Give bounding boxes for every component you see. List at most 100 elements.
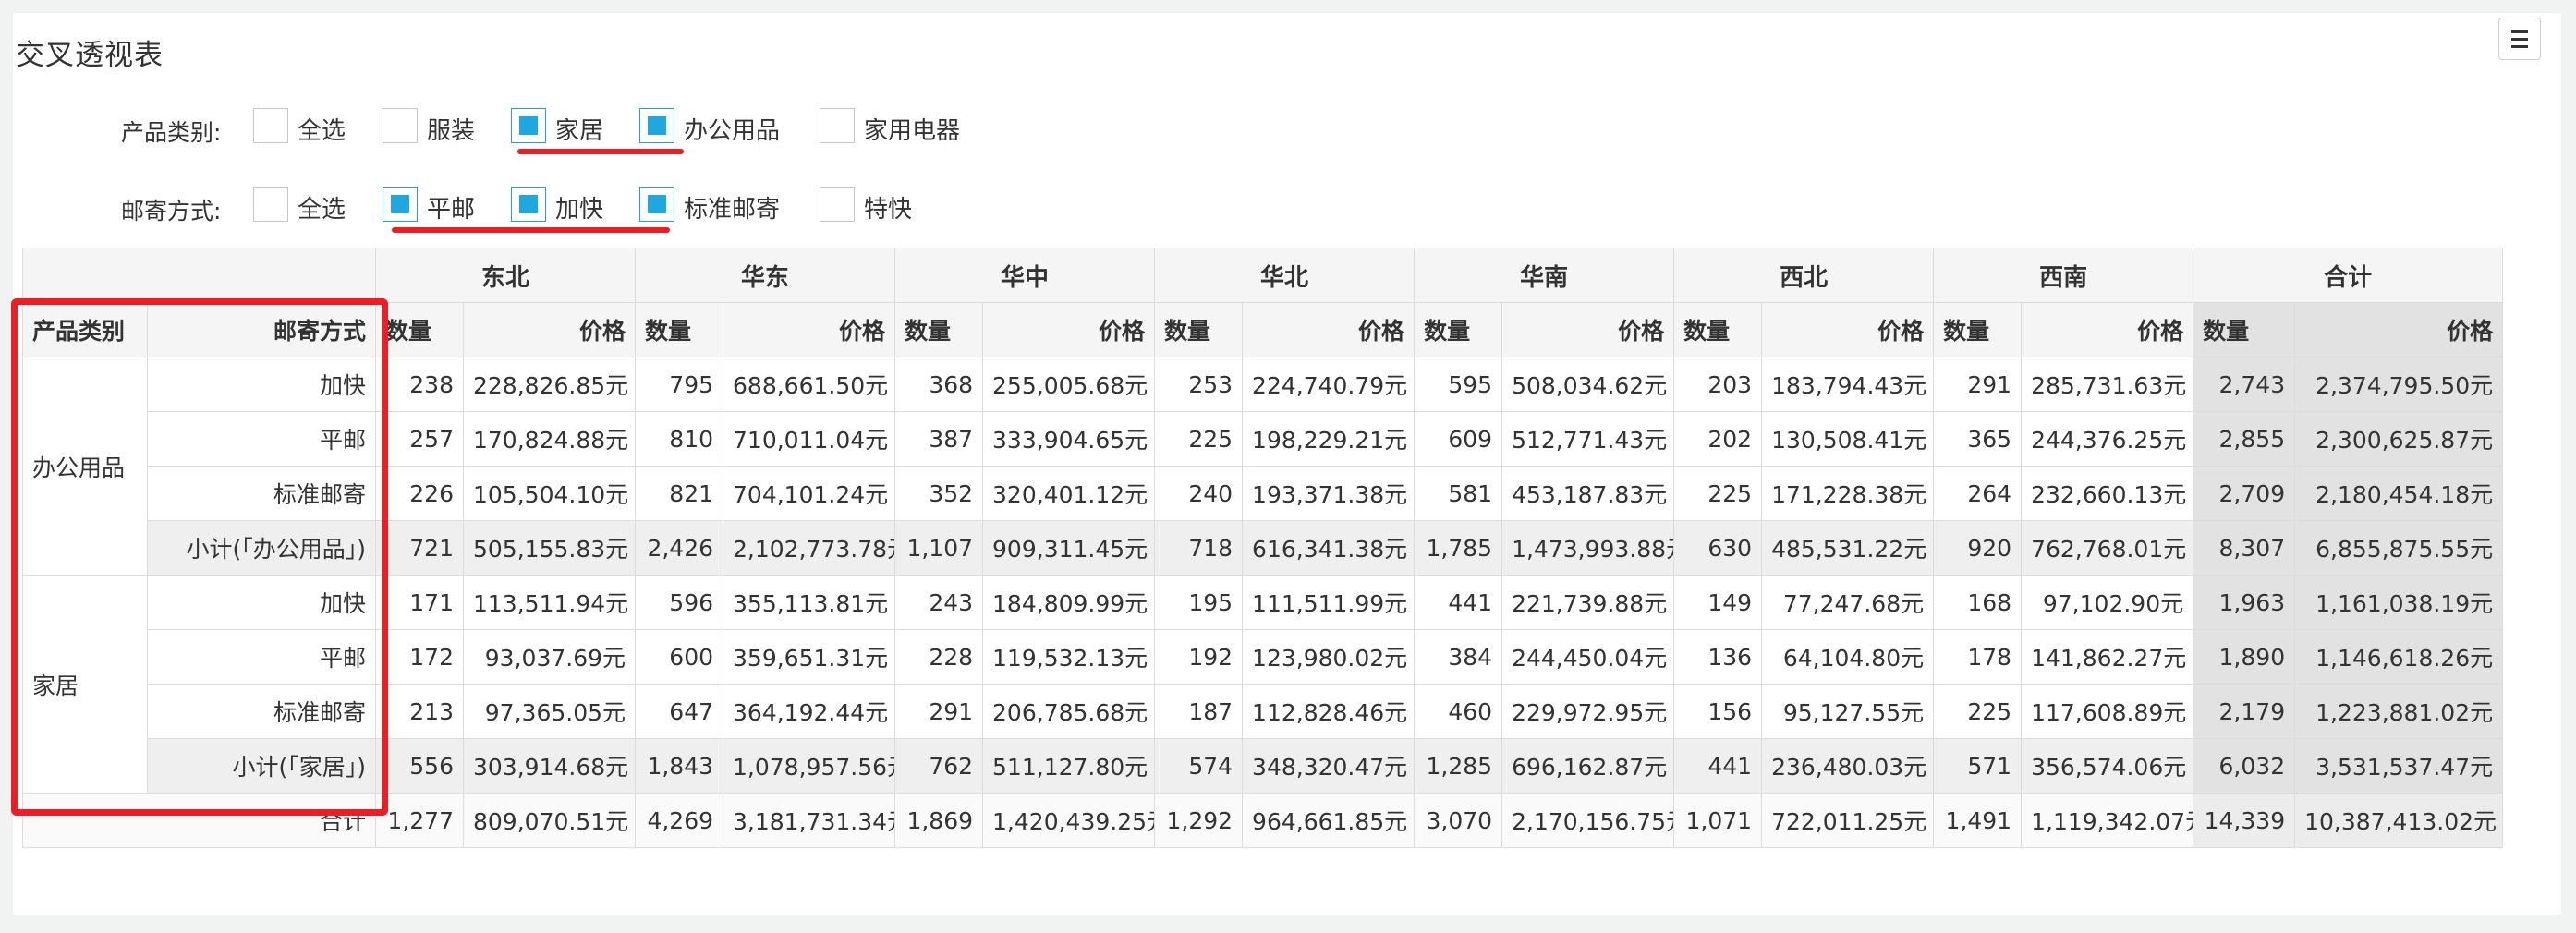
value-cell: 920 bbox=[1933, 520, 2023, 576]
measure-header: 数量 bbox=[1414, 302, 1503, 357]
category-filter-label: 产品类别: bbox=[121, 119, 222, 146]
value-cell: 213 bbox=[375, 684, 464, 739]
total-value-cell: 1,491 bbox=[1933, 793, 2023, 848]
annotation-underline-shipping bbox=[392, 227, 670, 233]
value-cell: 348,320.47元 bbox=[1242, 738, 1416, 794]
value-cell: 460 bbox=[1414, 684, 1503, 739]
value-cell: 2,855 bbox=[2193, 411, 2296, 466]
value-cell: 821 bbox=[635, 466, 724, 521]
value-cell: 291 bbox=[1933, 357, 2023, 412]
value-cell: 721 bbox=[375, 520, 464, 576]
table-row: 平邮 257 170,824.88元 810 710,011.04元 387 333,904… bbox=[23, 411, 2504, 466]
value-cell: 365 bbox=[1933, 411, 2023, 466]
region-header: 东北 bbox=[374, 248, 637, 303]
checkbox-label: 家居 bbox=[555, 117, 604, 145]
value-cell: 616,341.38元 bbox=[1242, 520, 1416, 576]
value-cell: 3,531,537.47元 bbox=[2294, 738, 2504, 794]
subtotal-row: 小计(「办公用品」) 721 505,155.83元 2,426 2,102,773.7… bbox=[23, 520, 2504, 576]
value-cell: 187 bbox=[1154, 684, 1244, 739]
subtotal-row: 小计(「家居」) 556 303,914.68元 1,843 1,078,957.56元… bbox=[23, 738, 2504, 794]
checkbox[interactable] bbox=[383, 187, 418, 222]
total-value-cell: 14,339 bbox=[2193, 793, 2296, 848]
value-cell: 368 bbox=[894, 357, 984, 412]
total-value-cell: 809,070.51元 bbox=[462, 793, 637, 848]
value-cell: 795 bbox=[635, 357, 724, 412]
value-cell: 243 bbox=[894, 575, 984, 630]
value-cell: 333,904.65元 bbox=[982, 411, 1156, 466]
value-cell: 291 bbox=[894, 684, 984, 739]
measure-header: 价格 bbox=[1501, 302, 1675, 357]
measure-header: 数量 bbox=[2193, 302, 2296, 357]
value-cell: 224,740.79元 bbox=[1242, 357, 1416, 412]
table-row: 办公用品 加快 238 228,826.85元 795 688,661.50元 368 255… bbox=[22, 357, 2504, 576]
checkbox-label: 平邮 bbox=[427, 196, 476, 224]
value-cell: 119,532.13元 bbox=[982, 629, 1156, 685]
value-cell: 130,508.41元 bbox=[1761, 411, 1935, 466]
checkbox[interactable] bbox=[820, 187, 855, 222]
value-cell: 226 bbox=[375, 466, 464, 521]
value-cell: 2,179 bbox=[2193, 684, 2296, 739]
menu-button[interactable] bbox=[2498, 18, 2541, 60]
measure-header: 数量 bbox=[1154, 302, 1244, 357]
value-cell: 762,768.01元 bbox=[2021, 520, 2194, 576]
checkbox[interactable] bbox=[511, 108, 546, 143]
value-cell: 64,104.80元 bbox=[1761, 629, 1935, 685]
checkbox-label: 服装 bbox=[427, 117, 476, 145]
checkbox[interactable] bbox=[511, 187, 546, 222]
value-cell: 244,450.04元 bbox=[1501, 629, 1675, 685]
table-corner-cell bbox=[22, 248, 376, 303]
value-cell: 718 bbox=[1154, 520, 1244, 576]
value-cell: 244,376.25元 bbox=[2021, 411, 2194, 466]
measure-header: 价格 bbox=[1761, 302, 1935, 357]
value-cell: 1,107 bbox=[894, 520, 984, 576]
value-cell: 225 bbox=[1673, 466, 1763, 521]
value-cell: 1,890 bbox=[2193, 629, 2296, 685]
total-value-cell: 1,292 bbox=[1154, 793, 1244, 848]
checkbox[interactable] bbox=[383, 108, 418, 143]
value-cell: 202 bbox=[1673, 411, 1763, 466]
value-cell: 203 bbox=[1673, 357, 1763, 412]
value-cell: 228 bbox=[894, 629, 984, 685]
value-cell: 97,365.05元 bbox=[462, 684, 637, 739]
checkbox-label: 标准邮寄 bbox=[684, 196, 781, 224]
pivot-table: 东北 华东 华中 华北 华南 西北 西南 合计 产品类别 邮寄方式 数量 价格 数量 价格 数量 价格 数量 价格… bbox=[22, 248, 2504, 848]
value-cell: 1,161,038.19元 bbox=[2294, 575, 2504, 630]
checkbox-label: 特快 bbox=[864, 196, 913, 224]
value-cell: 320,401.12元 bbox=[982, 466, 1156, 521]
value-cell: 688,661.50元 bbox=[723, 357, 896, 412]
value-cell: 508,034.62元 bbox=[1501, 357, 1675, 412]
value-cell: 1,078,957.56元 bbox=[723, 738, 896, 794]
checkbox[interactable] bbox=[639, 108, 674, 143]
value-cell: 111,511.99元 bbox=[1242, 575, 1416, 630]
checkbox[interactable] bbox=[253, 108, 288, 143]
value-cell: 596 bbox=[635, 575, 724, 630]
value-cell: 762 bbox=[894, 738, 984, 794]
value-cell: 356,574.06元 bbox=[2021, 738, 2194, 794]
checkbox[interactable] bbox=[820, 108, 855, 143]
value-cell: 97,102.90元 bbox=[2021, 575, 2194, 630]
region-header: 华中 bbox=[894, 248, 1156, 303]
value-cell: 93,037.69元 bbox=[462, 629, 637, 685]
value-cell: 149 bbox=[1673, 575, 1763, 630]
value-cell: 228,826.85元 bbox=[462, 357, 637, 412]
hamburger-icon bbox=[2511, 30, 2528, 33]
checkbox[interactable] bbox=[253, 187, 288, 222]
checkbox[interactable] bbox=[639, 187, 674, 222]
value-cell: 2,426 bbox=[635, 520, 724, 576]
value-cell: 105,504.10元 bbox=[462, 466, 637, 521]
pivot-table-container: 东北 华东 华中 华北 华南 西北 西南 合计 产品类别 邮寄方式 数量 价格 数量 价格 数量 价格 数量 价格… bbox=[22, 248, 2504, 848]
measure-header: 数量 bbox=[894, 302, 984, 357]
measure-header: 价格 bbox=[723, 302, 896, 357]
measure-header: 价格 bbox=[462, 302, 637, 357]
value-cell: 136 bbox=[1673, 629, 1763, 685]
value-cell: 6,032 bbox=[2193, 738, 2296, 794]
value-cell: 556 bbox=[375, 738, 464, 794]
value-cell: 257 bbox=[375, 411, 464, 466]
total-value-cell: 1,071 bbox=[1673, 793, 1763, 848]
grand-total-row: 合计 1,277 809,070.51元 4,269 3,181,731.34元 1,86… bbox=[22, 793, 2504, 848]
value-cell: 2,374,795.50元 bbox=[2294, 357, 2504, 412]
total-value-cell: 2,170,156.75元 bbox=[1501, 793, 1675, 848]
value-cell: 1,146,618.26元 bbox=[2294, 629, 2504, 685]
value-cell: 195 bbox=[1154, 575, 1244, 630]
value-cell: 453,187.83元 bbox=[1501, 466, 1675, 521]
